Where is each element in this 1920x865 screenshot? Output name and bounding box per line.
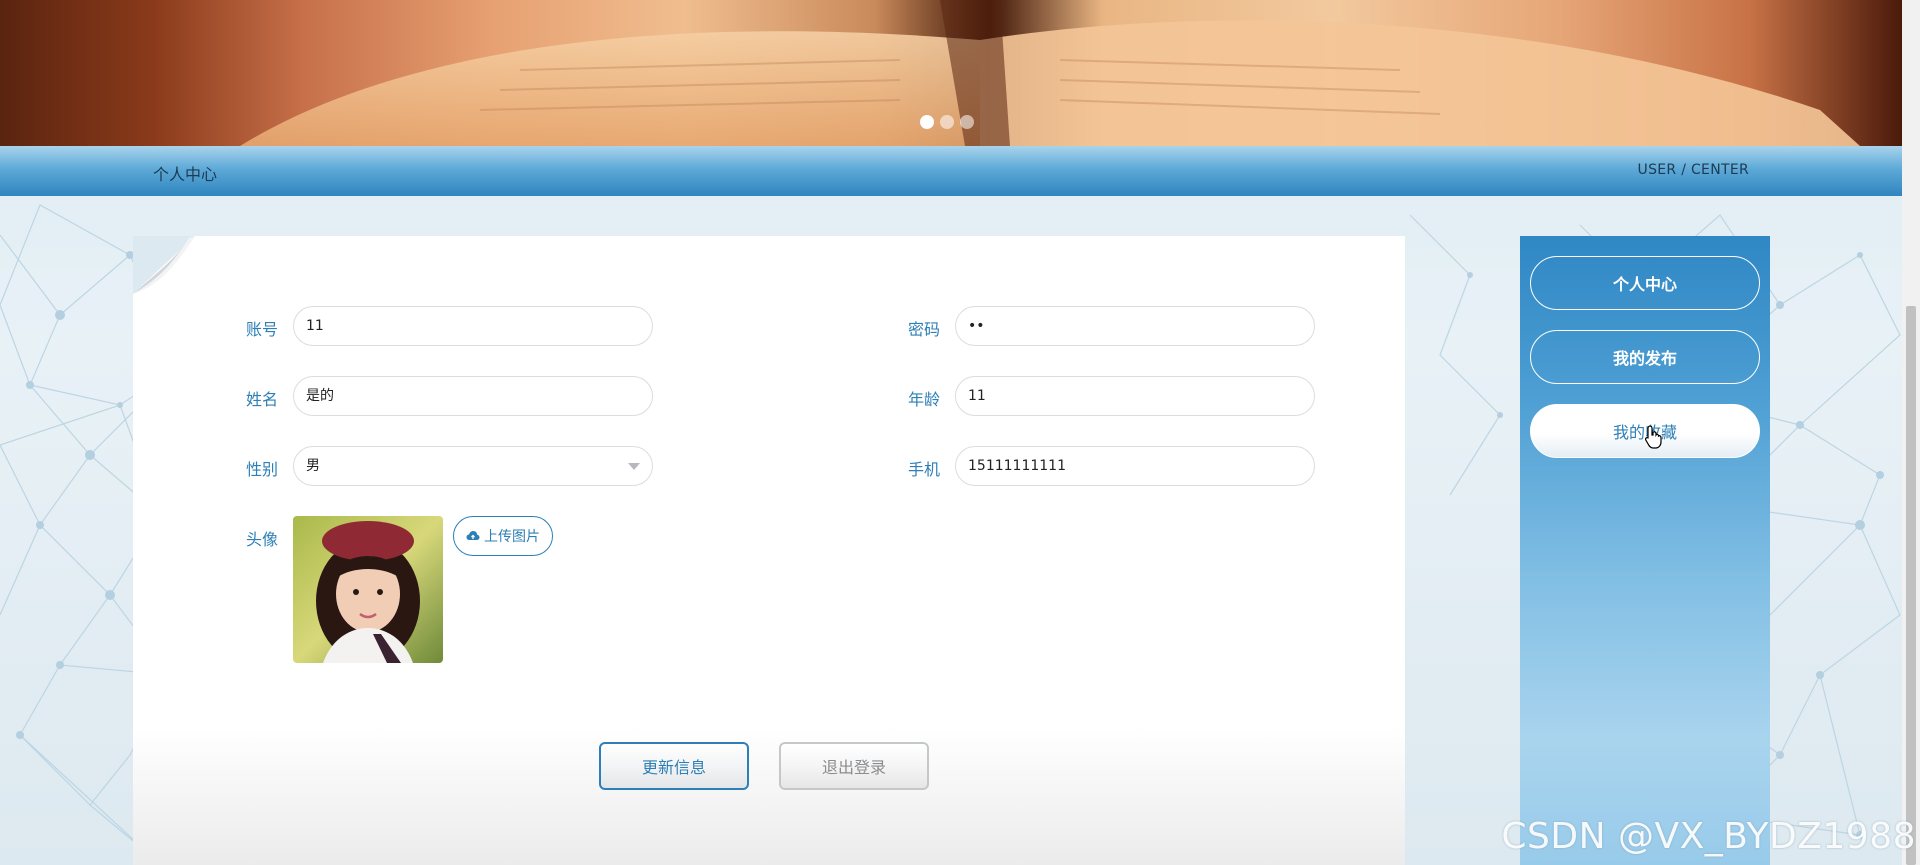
age-label: 年龄 xyxy=(908,390,941,409)
gender-select[interactable]: 男 xyxy=(293,446,653,486)
account-label: 账号 xyxy=(246,320,279,339)
avatar-image xyxy=(293,516,443,663)
name-label: 姓名 xyxy=(246,390,279,409)
hand-pointer-icon xyxy=(1644,425,1662,449)
page-scrollbar-thumb[interactable] xyxy=(1906,306,1916,865)
gender-select-value: 男 xyxy=(306,458,320,474)
logout-button[interactable]: 退出登录 xyxy=(779,742,929,790)
profile-form-card: 账号 11 密码 •• 姓名 是的 年龄 11 性别 男 手机 15111111… xyxy=(133,236,1405,865)
carousel-dot-1[interactable] xyxy=(920,115,934,129)
age-input[interactable]: 11 xyxy=(955,376,1315,416)
chevron-down-icon xyxy=(628,463,640,470)
user-sidebar: 个人中心 我的发布 我的收藏 xyxy=(1520,236,1770,865)
gender-label: 性别 xyxy=(246,460,279,479)
carousel-dots xyxy=(920,115,974,129)
watermark-text: CSDN @VX_BYDZ1988 xyxy=(1501,816,1916,857)
carousel-dot-3[interactable] xyxy=(960,115,974,129)
name-input[interactable]: 是的 xyxy=(293,376,653,416)
password-input[interactable]: •• xyxy=(955,306,1315,346)
sidebar-item-my-posts[interactable]: 我的发布 xyxy=(1530,330,1760,384)
phone-label: 手机 xyxy=(908,460,941,479)
section-title: 个人中心 xyxy=(153,165,218,184)
carousel-dot-2[interactable] xyxy=(940,115,954,129)
phone-input[interactable]: 15111111111 xyxy=(955,446,1315,486)
section-subtitle: USER / CENTER xyxy=(1637,162,1749,178)
password-label: 密码 xyxy=(908,320,941,339)
section-title-bar: 个人中心 USER / CENTER xyxy=(0,146,1902,196)
update-info-button[interactable]: 更新信息 xyxy=(599,742,749,790)
page-curl-decoration xyxy=(133,236,195,294)
sidebar-item-personal-center[interactable]: 个人中心 xyxy=(1530,256,1760,310)
account-input[interactable]: 11 xyxy=(293,306,653,346)
upload-image-label: 上传图片 xyxy=(484,529,540,545)
avatar-label: 头像 xyxy=(246,530,279,549)
upload-image-button[interactable]: 上传图片 xyxy=(453,516,553,556)
hero-banner xyxy=(0,0,1902,146)
cloud-upload-icon xyxy=(466,531,480,540)
